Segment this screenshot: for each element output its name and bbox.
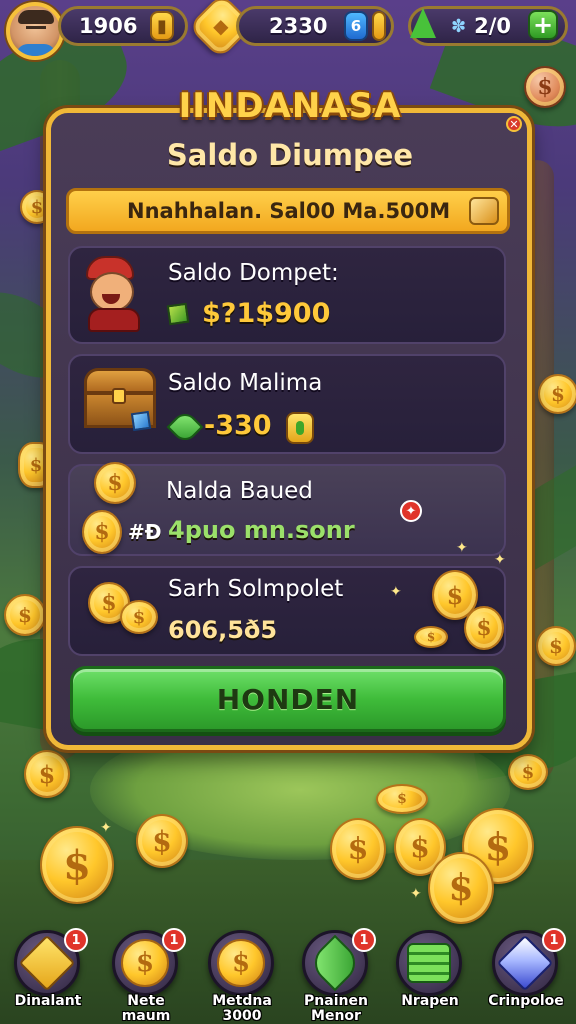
coin-icon: $ [94, 462, 136, 504]
card-value: $?1$900 [202, 298, 331, 329]
card-title: Saldo Malima [168, 370, 323, 396]
notification-badge: 1 [162, 928, 186, 952]
leaf-icon [410, 8, 436, 38]
cube-icon [166, 302, 190, 326]
plus-icon: + [532, 11, 554, 39]
gems-value: 2330 [269, 14, 328, 38]
coin-icon: $ [464, 606, 504, 650]
alert-icon[interactable]: ✦ [400, 500, 422, 522]
blue-cube-icon [130, 410, 152, 432]
add-button[interactable]: + [528, 10, 558, 40]
card-value: 606,5ð5 [168, 616, 278, 644]
sparkle-icon: ✦ [390, 584, 402, 600]
coin-icon: $ [4, 594, 46, 636]
card-title: Nalda Baued [166, 478, 313, 504]
coin-icon: $ [536, 626, 576, 666]
coin-icon: $ [24, 750, 70, 798]
notification-badge: 1 [352, 928, 376, 952]
coin-icon: $ [524, 66, 566, 108]
coin-icon: $ [136, 814, 188, 868]
coin-icon: $ [414, 626, 448, 648]
avatar-hair [18, 10, 54, 24]
coin-icon: $ [40, 826, 114, 904]
nav-label: Pnainen Menor [304, 993, 368, 1024]
info-text: Nnahhalan. Sal00 Ma.500M [127, 199, 451, 223]
nav-label: Crinpoloe [488, 993, 564, 1009]
card-value: -330 [204, 410, 272, 441]
notification-badge: 1 [64, 928, 88, 952]
card-value: 4puo mn.sonr [168, 516, 355, 544]
leaf-value: 2/0 [474, 14, 511, 38]
card-title: Sarh Solmpolet [168, 576, 344, 602]
bottom-nav: 1 Dinalant $ 1 Nete maum $ Metdna 3000 1… [0, 924, 576, 1024]
gems-add-button[interactable] [372, 11, 386, 41]
coin-icon: $ [82, 510, 122, 554]
bar-icon: ▮ [157, 15, 167, 37]
card-prefix: #Ð [128, 520, 162, 544]
gold-bar-icon[interactable] [469, 197, 499, 225]
notification-badge: 1 [542, 928, 566, 952]
token-icon [286, 412, 314, 444]
nav-label: Dinalant [14, 993, 82, 1009]
nav-item[interactable]: $ 1 Nete maum [98, 924, 194, 1024]
coin-icon: $ [121, 939, 169, 987]
gem-chip[interactable]: 6 [344, 11, 368, 41]
info-bar: Nnahhalan. Sal00 Ma.500M [66, 188, 510, 234]
coin-icon: $ [376, 784, 428, 814]
panel-title: IINDANASA [178, 86, 402, 126]
player-avatar[interactable] [6, 2, 64, 60]
coins-add-button[interactable]: ▮ [150, 11, 174, 41]
gem-chip-label: 6 [350, 17, 362, 35]
cash-stack-icon [407, 943, 451, 983]
nav-item[interactable]: 1 Crinpoloe [478, 924, 574, 1024]
nav-item[interactable]: $ Metdna 3000 [194, 924, 290, 1024]
nav-item[interactable]: 1 Dinalant [0, 924, 96, 1024]
honden-button[interactable]: HONDEN [70, 666, 506, 732]
snowflake-icon: ✽ [451, 15, 467, 37]
nav-label: Metdna 3000 [212, 993, 272, 1024]
honden-button-label: HONDEN [216, 682, 360, 716]
nav-disc: $ [208, 930, 274, 996]
card-title: Saldo Dompet: [168, 260, 339, 286]
close-icon[interactable]: ✕ [506, 116, 522, 132]
pirate-avatar-icon [80, 256, 152, 332]
sparkle-icon: ✦ [410, 886, 422, 902]
gems-counter: 2330 [236, 6, 394, 46]
top-hud: 1906 ▮ ◆ 2330 6 ✽ 2/0 + [0, 0, 576, 60]
coin-icon: $ [120, 600, 158, 634]
nav-label: Nete maum [121, 993, 171, 1024]
nav-item[interactable]: Nrapen [382, 924, 478, 1024]
coin-icon: $ [330, 818, 386, 880]
avatar-face [26, 26, 46, 32]
sparkle-icon: ✦ [100, 820, 112, 836]
sparkle-icon: ✦ [456, 540, 468, 556]
coins-value: 1906 [79, 14, 138, 38]
nav-item[interactable]: 1 Pnainen Menor [288, 924, 384, 1024]
panel-subtitle: Saldo Diumpee [166, 138, 414, 172]
coin-icon: $ [428, 852, 494, 924]
coin-icon: $ [508, 754, 548, 790]
nav-disc [396, 930, 462, 996]
nav-label: Nrapen [401, 993, 459, 1009]
coin-icon: $ [217, 939, 265, 987]
coin-icon: $ [538, 374, 576, 414]
sparkle-icon: ✦ [494, 552, 506, 568]
